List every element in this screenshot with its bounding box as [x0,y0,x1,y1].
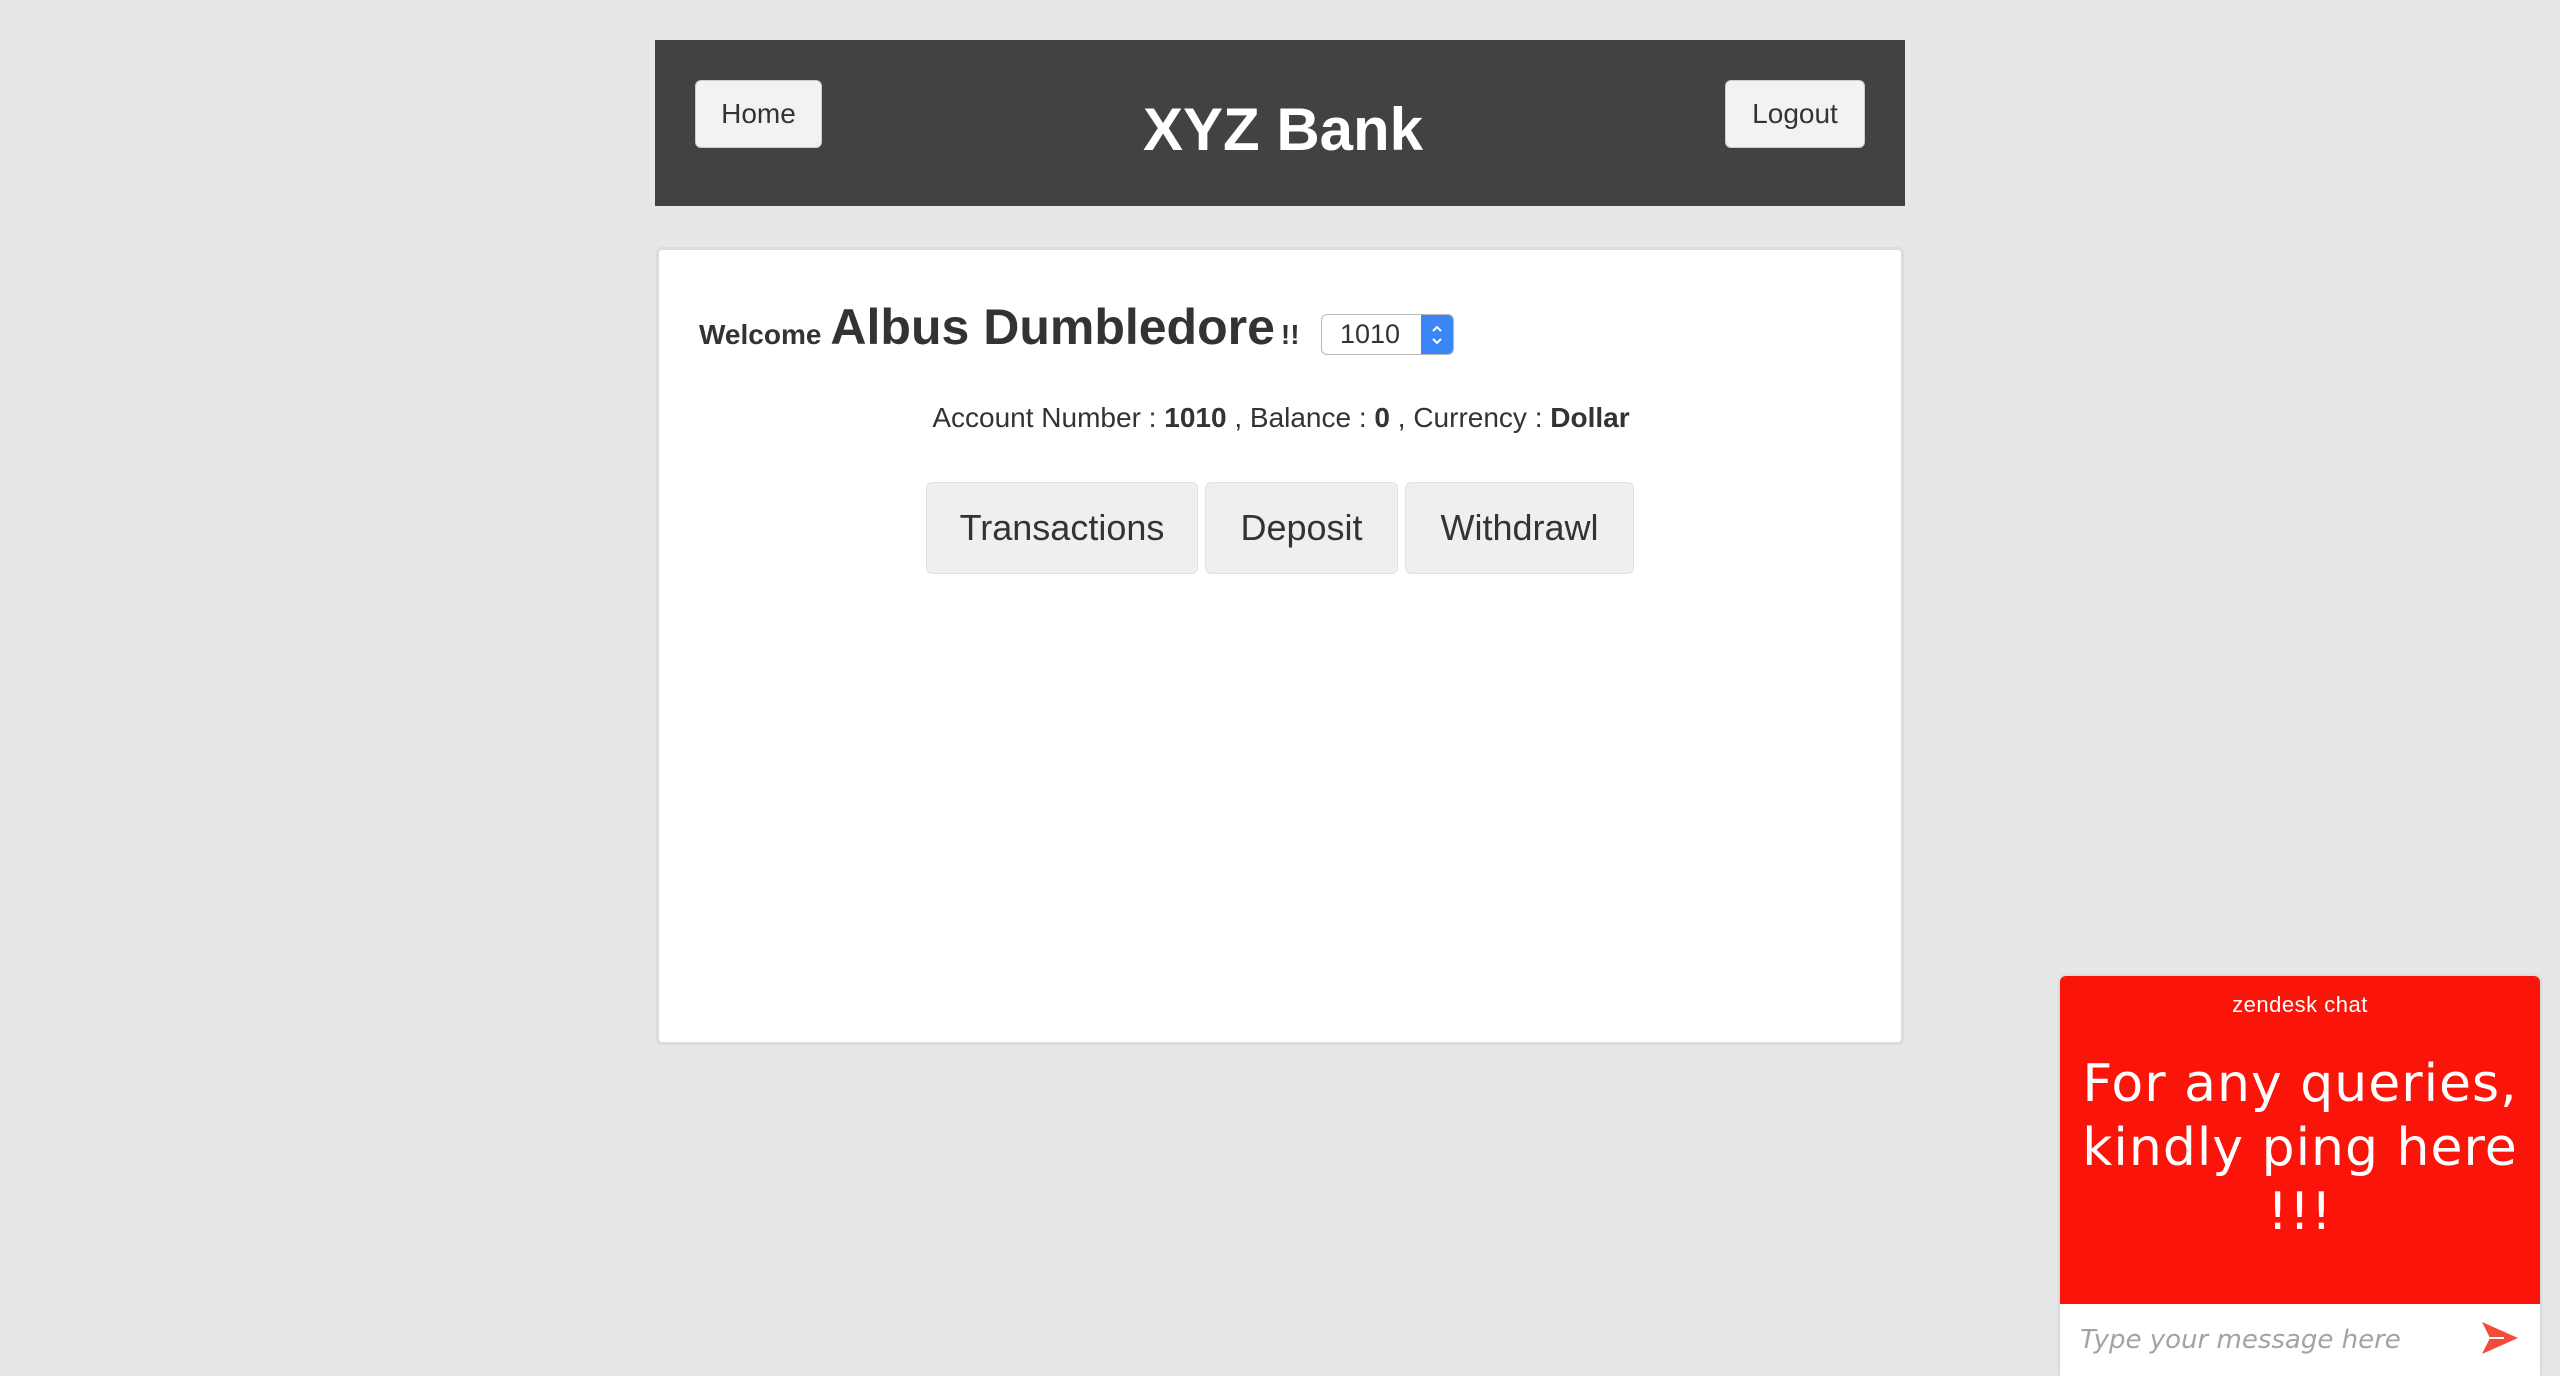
transactions-button[interactable]: Transactions [926,482,1198,574]
balance-value: 0 [1374,402,1390,433]
bank-title: XYZ Bank [1142,95,1424,163]
account-number-value: 1010 [1164,402,1227,433]
account-select[interactable]: 1010 [1321,314,1454,355]
chat-widget: zendesk chat For any queries, kindly pin… [2060,976,2540,1376]
send-icon[interactable] [2478,1316,2540,1365]
chat-brand: zendesk chat [2232,992,2368,1017]
account-actions: Transactions Deposit Withdrawl [926,482,1634,574]
welcome-exclaim: !! [1280,319,1300,350]
account-info: Account Number : 1010 , Balance : 0 , Cu… [659,402,1901,434]
customer-panel: Welcome Albus Dumbledore !! 1010 Account… [656,247,1904,1045]
chat-header[interactable]: zendesk chat For any queries, kindly pin… [2060,976,2540,1304]
currency-value: Dollar [1550,402,1630,433]
deposit-button[interactable]: Deposit [1205,482,1398,574]
app-header: Home XYZ Bank Logout [655,40,1905,206]
welcome-row: Welcome Albus Dumbledore !! [699,298,1300,358]
chat-input-row [2060,1304,2540,1376]
account-select-value: 1010 [1340,319,1401,349]
select-arrows-icon [1421,315,1453,354]
customer-name: Albus Dumbledore [830,299,1275,355]
chat-message-input[interactable] [2080,1325,2478,1355]
welcome-label: Welcome [699,319,822,350]
withdraw-button[interactable]: Withdrawl [1405,482,1634,574]
chat-greeting: For any queries, kindly ping here !!! [2082,1054,2518,1242]
balance-label: , Balance : [1234,402,1367,433]
logout-button[interactable]: Logout [1725,80,1865,148]
account-number-label: Account Number : [932,402,1157,433]
currency-label: , Currency : [1397,402,1543,433]
